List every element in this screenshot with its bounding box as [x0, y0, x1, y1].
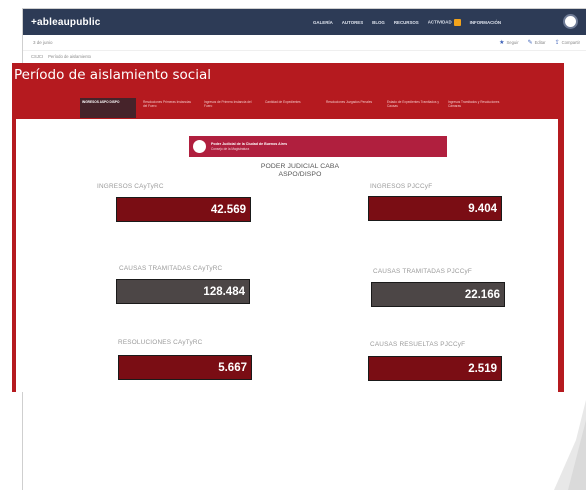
tab-expedientes[interactable]: Cantidad de Expedientes [263, 98, 319, 118]
main-nav: GALERÍA AUTORES BLOG RECURSOS ACTIVIDAD … [313, 9, 510, 35]
logo-tail: public [69, 16, 101, 28]
dashboard-body: Poder Judicial de la Ciudad de Buenos Ai… [12, 119, 564, 392]
logo-text: +ableau [31, 16, 70, 28]
kpi-label-causas-resueltas-pjcyf: CAUSAS RESUELTAS PJCCyF [370, 341, 466, 348]
nav-actividad[interactable]: ACTIVIDAD [427, 18, 461, 26]
share-label: Compartir [561, 40, 580, 45]
background-decoration [554, 400, 586, 490]
kpi-label-ingresos-pjcyf: INGRESOS PJCCyF [370, 183, 433, 190]
nav-actividad-label: ACTIVIDAD [427, 19, 452, 25]
banner-line-2: Consejo de la Magistratura [211, 146, 250, 151]
tableau-topbar: +ableaupublic GALERÍA AUTORES BLOG RECUR… [23, 9, 586, 35]
tab-estado-expedientes[interactable]: Estado de Expedientes Tramitados y Causa… [385, 98, 441, 118]
kpi-resoluciones-caytrc[interactable]: 5.667 [118, 355, 252, 380]
section-title: PODER JUDICIAL CABA ASPO/DISPO [235, 163, 365, 179]
left-rail [12, 119, 16, 392]
section-title-line-1: PODER JUDICIAL CABA [260, 163, 340, 170]
edit-button[interactable]: ✎ Editar [528, 39, 546, 46]
page-title: Período de aislamiento social [14, 67, 211, 83]
tableau-public-logo[interactable]: +ableaupublic [31, 17, 101, 28]
viz-actions: ★ Seguir ✎ Editar ⇪ Compartir [490, 39, 580, 46]
publish-date: 3 de junio [33, 40, 53, 45]
breadcrumb-item[interactable]: Período de aislamiento [48, 54, 91, 59]
kpi-label-resoluciones-caytrc: RESOLUCIONES CAyTyRC [118, 339, 203, 346]
kpi-causas-tramitadas-pjcyf[interactable]: 22.166 [371, 282, 505, 307]
dashboard-tabs: INGRESOS ASPO DISPO Resoluciones Primera… [80, 98, 507, 118]
share-icon: ⇪ [554, 40, 560, 46]
follow-label: Seguir [506, 40, 519, 45]
tab-resoluciones[interactable]: Resoluciones Primeras Instancias del Fue… [141, 98, 197, 118]
share-button[interactable]: ⇪ Compartir [555, 39, 580, 46]
pencil-icon: ✎ [527, 40, 533, 46]
follow-button[interactable]: ★ Seguir [499, 39, 519, 46]
dashboard-header: Período de aislamiento social INGRESOS A… [12, 63, 564, 119]
nav-galeria[interactable]: GALERÍA [313, 20, 333, 25]
tab-ingresos-aspo[interactable]: INGRESOS ASPO DISPO [80, 98, 136, 118]
kpi-label-ingresos-caytrc: INGRESOS CAyTyRC [97, 183, 164, 190]
tab-camaras[interactable]: Ingresos Tramitados y Resoluciones Cámar… [446, 98, 502, 118]
kpi-causas-tramitadas-caytrc[interactable]: 128.484 [116, 279, 250, 304]
breadcrumb-item[interactable]: CSJCI [31, 54, 43, 59]
tab-ingresos-primera[interactable]: Ingresos de Primera Instancia del Fuero [202, 98, 258, 118]
tab-juzgados-penales[interactable]: Resoluciones Juzgados Penales [324, 98, 380, 118]
right-rail [558, 119, 564, 392]
section-title-line-2: ASPO/DISPO [278, 171, 322, 178]
nav-autores[interactable]: AUTORES [342, 20, 363, 25]
kpi-ingresos-pjcyf[interactable]: 9.404 [368, 196, 502, 221]
dashboard: Período de aislamiento social INGRESOS A… [12, 63, 564, 392]
kpi-ingresos-caytrc[interactable]: 42.569 [116, 197, 251, 222]
breadcrumb: CSJCI Período de aislamiento [23, 51, 586, 62]
kpi-label-causas-tramitadas-pjcyf: CAUSAS TRAMITADAS PJCCyF [373, 268, 473, 275]
institution-banner: Poder Judicial de la Ciudad de Buenos Ai… [189, 136, 447, 157]
activity-badge-icon [453, 18, 461, 26]
viz-subbar: 3 de junio ★ Seguir ✎ Editar ⇪ Compartir [23, 35, 586, 51]
seal-icon [193, 140, 206, 153]
nav-recursos[interactable]: RECURSOS [394, 20, 419, 25]
star-icon: ★ [499, 40, 505, 46]
nav-informacion[interactable]: INFORMACIÓN [470, 20, 501, 25]
avatar[interactable] [563, 14, 578, 29]
edit-label: Editar [534, 40, 546, 45]
kpi-causas-resueltas-pjcyf[interactable]: 2.519 [368, 356, 502, 381]
kpi-label-causas-tramitadas-caytrc: CAUSAS TRAMITADAS CAyTyRC [119, 265, 223, 272]
nav-blog[interactable]: BLOG [372, 20, 385, 25]
